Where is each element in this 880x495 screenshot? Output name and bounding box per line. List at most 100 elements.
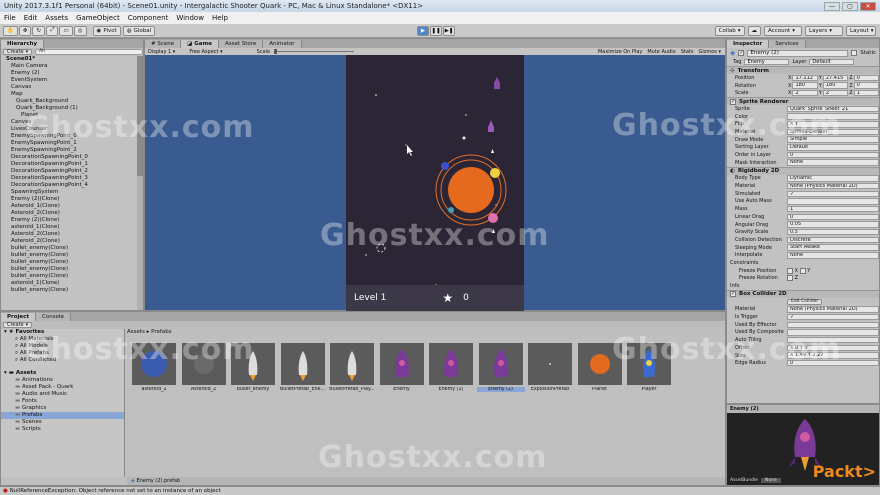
hierarchy-item[interactable]: asteroid_1(Clone): [4, 224, 143, 231]
mute-audio-toggle[interactable]: Mute Audio: [647, 49, 675, 55]
axis-value[interactable]: 17.112: [792, 74, 818, 82]
cloud-icon[interactable]: ☁: [747, 26, 761, 36]
hierarchy-item[interactable]: DecorationSpawningPoint_3: [4, 175, 143, 182]
hierarchy-item[interactable]: asteroid_1(Clone): [4, 280, 143, 287]
layers-dropdown[interactable]: Layers ▾: [805, 26, 843, 36]
tab-console[interactable]: Console: [36, 313, 71, 321]
game-screen[interactable]: Level 1 ★ 0: [346, 55, 524, 311]
gizmos-dropdown[interactable]: Gizmos ▾: [698, 49, 721, 55]
maximize-button[interactable]: ▢: [842, 1, 858, 11]
project-create-button[interactable]: Create ▾: [3, 322, 33, 328]
axis-value[interactable]: 180: [822, 82, 849, 89]
hierarchy-item[interactable]: Asteroid_2(Clone): [4, 210, 143, 217]
axis-value[interactable]: 2: [822, 89, 849, 97]
box-collider-header[interactable]: ✓ Box Collider 2D: [727, 289, 879, 298]
hierarchy-item[interactable]: DecorationSpawningPoint_2: [4, 168, 143, 175]
display-dropdown[interactable]: Display 1 ▾: [148, 49, 175, 55]
hierarchy-item[interactable]: Asteroid_1(Clone): [4, 203, 143, 210]
axis-value[interactable]: 180: [792, 82, 818, 89]
axis-value[interactable]: 27.415: [822, 74, 849, 82]
hierarchy-item[interactable]: EventSystem: [4, 77, 143, 84]
property-value[interactable]: None (Physics Material 2D): [787, 182, 879, 190]
edit-collider-button[interactable]: Edit Collider: [787, 298, 823, 305]
asset-folder[interactable]: ▬ Audio and Music: [1, 391, 124, 398]
property-value[interactable]: Default: [787, 144, 879, 151]
hierarchy-create-button[interactable]: Create ▾: [3, 49, 33, 55]
property-value[interactable]: 0.05: [787, 221, 879, 228]
pivot-button[interactable]: ◉ Pivot: [92, 25, 121, 36]
hierarchy-item[interactable]: Quark_Background: [4, 98, 143, 105]
property-value[interactable]: Dynamic: [787, 175, 879, 182]
info-foldout[interactable]: Info: [727, 282, 879, 290]
tab-inspector[interactable]: Inspector: [727, 40, 770, 48]
tab-project[interactable]: Project: [1, 313, 37, 321]
tag-dropdown[interactable]: Enemy: [744, 59, 790, 65]
move-tool-icon[interactable]: ✥: [18, 25, 32, 36]
menu-window[interactable]: Window: [176, 14, 204, 22]
rotate-tool-icon[interactable]: ↻: [32, 25, 46, 36]
property-value[interactable]: [787, 198, 879, 205]
collab-button[interactable]: Collab ▾: [714, 26, 745, 36]
static-checkbox[interactable]: [851, 50, 858, 56]
hierarchy-item[interactable]: bullet_enemy(Clone): [4, 287, 143, 294]
layer-dropdown[interactable]: Default: [809, 59, 855, 65]
prefab-item[interactable]: BulletPrefab_Ene...: [280, 343, 325, 392]
constraints-foldout[interactable]: Constraints: [727, 259, 879, 267]
hierarchy-item[interactable]: Asteroid_2(Clone): [4, 231, 143, 238]
prefab-item[interactable]: Enemy (2): [476, 343, 525, 392]
close-button[interactable]: ✕: [860, 1, 876, 11]
property-value[interactable]: [787, 321, 879, 329]
rigidbody-header[interactable]: ◐ Rigidbody 2D: [727, 166, 879, 175]
menu-file[interactable]: File: [4, 14, 16, 22]
axis-value[interactable]: 0: [853, 82, 879, 89]
prefab-item[interactable]: Enemy (1): [429, 343, 473, 392]
stats-toggle[interactable]: Stats: [681, 49, 694, 55]
hierarchy-item[interactable]: DecorationSpawningPoint_0: [4, 154, 143, 161]
hierarchy-item[interactable]: DecorationSpawningPoint_1: [4, 161, 143, 168]
property-value[interactable]: ✓: [787, 190, 879, 198]
transform-tool-icon[interactable]: ◎: [73, 25, 87, 36]
asset-folder[interactable]: ▬ Scenes: [1, 419, 124, 426]
hierarchy-item[interactable]: Map: [4, 91, 143, 98]
property-value[interactable]: Discrete: [787, 236, 879, 244]
object-name-input[interactable]: Enemy (2): [747, 49, 849, 57]
step-button[interactable]: ▶❚: [443, 26, 455, 36]
menu-edit[interactable]: Edit: [24, 14, 38, 22]
hierarchy-item[interactable]: bullet_enemy(Clone): [4, 252, 143, 259]
rect-tool-icon[interactable]: ▭: [59, 25, 73, 36]
property-value[interactable]: 1: [787, 205, 879, 213]
scale-tool-icon[interactable]: ⤢: [46, 25, 59, 36]
global-button[interactable]: ◍ Global: [122, 25, 156, 36]
pause-button[interactable]: ❚❚: [430, 26, 442, 36]
hierarchy-item[interactable]: Canvas: [4, 84, 143, 91]
hierarchy-item[interactable]: bullet_enemy(Clone): [4, 266, 143, 273]
axis-value[interactable]: 1: [853, 89, 879, 97]
hierarchy-item[interactable]: Enemy (2)(Clone): [4, 196, 143, 203]
menu-help[interactable]: Help: [212, 14, 228, 22]
asset-bundle-dropdown[interactable]: None: [760, 478, 781, 483]
menu-gameobject[interactable]: GameObject: [76, 14, 120, 22]
menu-assets[interactable]: Assets: [45, 14, 68, 22]
hierarchy-item[interactable]: Asteroid_2(Clone): [4, 238, 143, 245]
prefab-item[interactable]: BulletPrefab_Play...: [329, 343, 375, 392]
hierarchy-item[interactable]: EnemySpawningPoint_2: [4, 147, 143, 154]
hierarchy-item[interactable]: DecorationSpawningPoint_4: [4, 182, 143, 189]
asset-folder[interactable]: ▬ Scripts: [1, 426, 124, 433]
tab-scene[interactable]: # Scene: [145, 40, 182, 48]
property-value[interactable]: 0.5: [787, 228, 879, 236]
minimize-button[interactable]: —: [824, 1, 840, 11]
property-value[interactable]: Start Awake: [787, 244, 879, 251]
asset-folder[interactable]: ▬ Graphics: [1, 405, 124, 412]
maximize-on-play-toggle[interactable]: Maximize On Play: [598, 49, 642, 55]
hierarchy-item[interactable]: SpawningSystem: [4, 189, 143, 196]
hierarchy-search-input[interactable]: All: [35, 49, 143, 55]
hierarchy-item[interactable]: Main Camera: [4, 63, 143, 70]
status-bar[interactable]: ● NullReferenceException: Object referen…: [0, 486, 880, 495]
tab-services[interactable]: Services: [769, 40, 806, 48]
property-value[interactable]: 0: [787, 213, 879, 221]
property-value[interactable]: None: [787, 159, 879, 166]
asset-folder[interactable]: ▬ Prefabs: [1, 412, 124, 419]
hierarchy-item[interactable]: bullet_enemy(Clone): [4, 245, 143, 252]
tab-game[interactable]: ◪ Game: [181, 40, 219, 48]
hierarchy-item[interactable]: bullet_enemy(Clone): [4, 259, 143, 266]
